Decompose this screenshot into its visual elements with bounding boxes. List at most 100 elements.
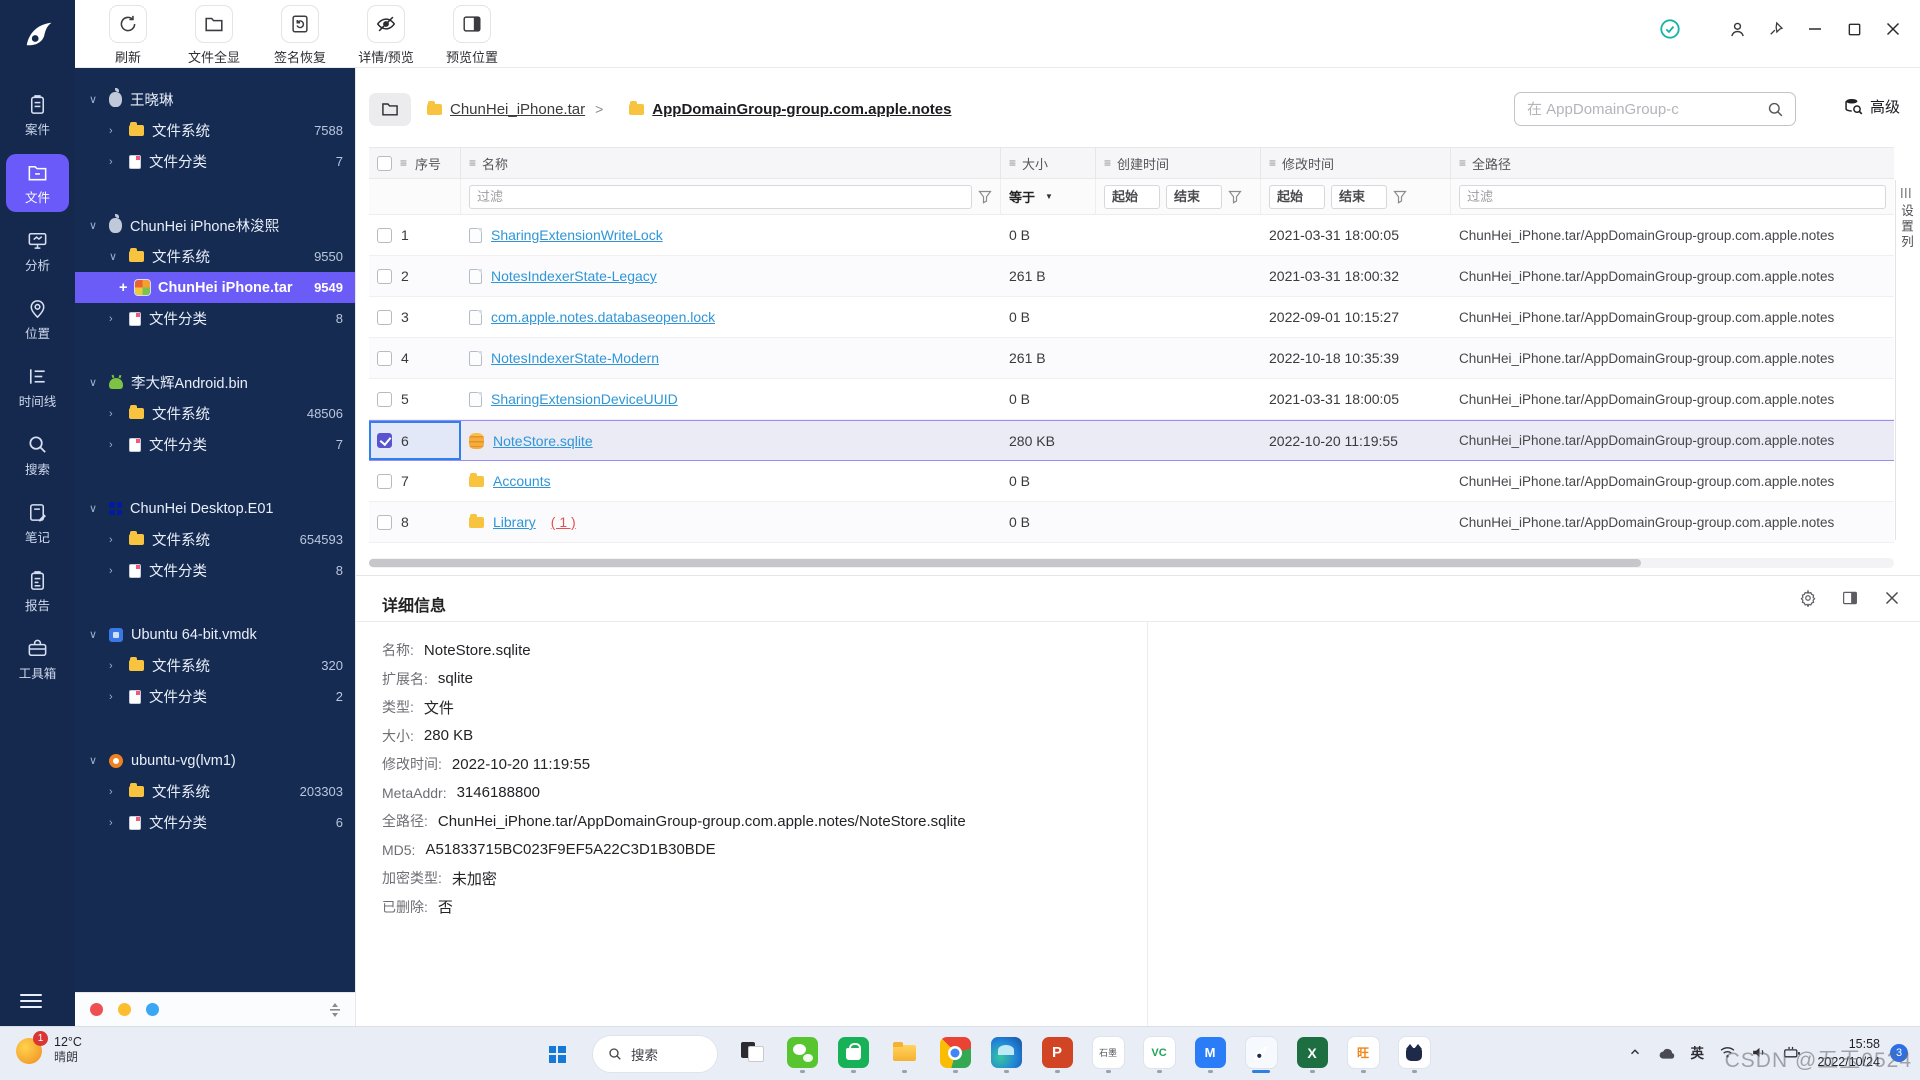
caret-right-icon[interactable]: › [109,660,129,672]
taskbar-search[interactable]: 搜索 [592,1035,718,1073]
onedrive-cloud-icon[interactable] [1657,1045,1676,1060]
tree-item-selected-archive[interactable]: + ChunHei iPhone.tar 9549 [75,272,355,303]
table-row[interactable]: 2 NotesIndexerState-Legacy 261 B 2021-03… [369,256,1894,297]
nav-item-notes[interactable]: 笔记 [6,494,69,552]
signature-recovery-button[interactable]: 签名恢复 [264,5,336,66]
path-filter-input[interactable] [1459,185,1886,209]
caret-right-icon[interactable]: › [109,313,129,325]
tree-device[interactable]: ∨ Ubuntu 64-bit.vmdk [75,619,355,650]
breadcrumb-link[interactable]: AppDomainGroup-group.com.apple.notes [652,101,951,118]
power-plug-icon[interactable] [1783,1045,1802,1060]
table-row[interactable]: 8 Library( 1 ) 0 B ChunHei_iPhone.tar/Ap… [369,502,1894,543]
safety-status-icon[interactable] [1659,18,1681,40]
tree-device[interactable]: ∨ ChunHei Desktop.E01 [75,493,355,524]
tree-item-filesystem[interactable]: ∨ 文件系统 9550 [75,241,355,272]
caret-right-icon[interactable]: › [109,565,129,577]
user-account-icon[interactable] [1726,18,1748,40]
tray-chevron-up-icon[interactable] [1628,1045,1642,1059]
column-menu-icon[interactable]: ≡ [1104,156,1111,170]
tree-device[interactable]: ∨ 王晓琳 [75,84,355,115]
column-menu-icon[interactable]: ≡ [469,156,476,170]
caret-right-icon[interactable]: › [109,408,129,420]
file-link[interactable]: NotesIndexerState-Legacy [491,268,657,284]
nav-item-timeline[interactable]: 时间线 [6,358,69,416]
tree-item-fileclass[interactable]: › 文件分类 7 [75,146,355,177]
column-header-path[interactable]: 全路径 [1472,154,1511,173]
breadcrumb-item[interactable]: AppDomainGroup-group.com.apple.notes [629,101,951,118]
caret-down-icon[interactable]: ∨ [109,250,129,263]
file-search-box[interactable] [1514,92,1796,126]
select-all-checkbox[interactable] [377,156,392,171]
search-input[interactable] [1527,101,1766,118]
ctime-start-input[interactable] [1104,185,1160,209]
table-row[interactable]: 4 NotesIndexerState-Modern 261 B 2022-10… [369,338,1894,379]
tree-item-fileclass[interactable]: › 文件分类 7 [75,429,355,460]
table-row[interactable]: 5 SharingExtensionDeviceUUID 0 B 2021-03… [369,379,1894,420]
row-checkbox[interactable] [377,351,392,366]
cat-app-icon[interactable] [1397,1035,1431,1073]
detail-panel-toggle-icon[interactable] [1840,588,1860,608]
yellow-status-dot[interactable] [118,1003,131,1016]
tree-item-filesystem[interactable]: › 文件系统 654593 [75,524,355,555]
row-checkbox[interactable] [377,310,392,325]
shimo-docs-icon[interactable]: 石墨 [1091,1035,1125,1073]
deleted-count-link[interactable]: ( 1 ) [551,514,576,530]
forensic-app-icon[interactable] [1244,1035,1278,1073]
tree-item-fileclass[interactable]: › 文件分类 6 [75,807,355,838]
table-row-selected[interactable]: 6 NoteStore.sqlite 280 KB 2022-10-20 11:… [369,420,1894,461]
funnel-icon[interactable] [1393,190,1407,204]
minimize-button[interactable] [1804,18,1826,40]
menu-hamburger-icon[interactable] [20,990,42,1012]
edge-icon[interactable] [989,1035,1023,1073]
table-row[interactable]: 7 Accounts 0 B ChunHei_iPhone.tar/AppDom… [369,461,1894,502]
nav-item-location[interactable]: 位置 [6,290,69,348]
column-header-size[interactable]: 大小 [1022,154,1048,173]
nav-item-toolbox[interactable]: 工具箱 [6,630,69,688]
powerpoint-icon[interactable]: P [1040,1035,1074,1073]
file-link[interactable]: SharingExtensionDeviceUUID [491,391,678,407]
taskbar-weather-widget[interactable]: 1 12°C 晴朗 [14,1034,82,1066]
folder-link[interactable]: Library [493,514,536,530]
size-operator-dropdown[interactable]: 等于 ▼ [1009,187,1053,206]
wangwang-icon[interactable]: 旺 [1346,1035,1380,1073]
row-checkbox[interactable] [377,515,392,530]
panel-resize-handle[interactable] [327,1002,343,1018]
refresh-button[interactable]: 刷新 [92,5,164,66]
show-all-files-button[interactable]: 文件全显 [178,5,250,66]
mtime-end-input[interactable] [1331,185,1387,209]
tree-item-filesystem[interactable]: › 文件系统 48506 [75,398,355,429]
ime-language-indicator[interactable]: 英 [1691,1042,1705,1062]
caret-down-icon[interactable]: ∨ [89,93,109,106]
search-icon[interactable] [1766,100,1785,119]
chrome-icon[interactable] [938,1035,972,1073]
funnel-icon[interactable] [978,190,992,204]
file-link[interactable]: SharingExtensionWriteLock [491,227,663,243]
red-status-dot[interactable] [90,1003,103,1016]
caret-right-icon[interactable]: › [109,156,129,168]
tree-item-filesystem[interactable]: › 文件系统 203303 [75,776,355,807]
caret-right-icon[interactable]: › [109,534,129,546]
column-header-index[interactable]: 序号 [415,154,441,173]
root-folder-button[interactable] [369,93,411,126]
tree-item-filesystem[interactable]: › 文件系统 320 [75,650,355,681]
caret-right-icon[interactable]: › [109,786,129,798]
row-checkbox[interactable] [377,474,392,489]
nav-item-analysis[interactable]: 分析 [6,222,69,280]
table-row[interactable]: 1 SharingExtensionWriteLock 0 B 2021-03-… [369,215,1894,256]
expand-plus-icon[interactable]: + [119,280,135,296]
breadcrumb-item[interactable]: ChunHei_iPhone.tar [427,101,585,118]
file-link[interactable]: NoteStore.sqlite [493,433,593,449]
file-link[interactable]: com.apple.notes.databaseopen.lock [491,309,715,325]
blue-status-dot[interactable] [146,1003,159,1016]
wifi-icon[interactable] [1719,1045,1736,1059]
column-header-ctime[interactable]: 创建时间 [1117,154,1169,173]
nav-item-report[interactable]: 报告 [6,562,69,620]
horizontal-scrollbar[interactable] [369,558,1894,568]
caret-down-icon[interactable]: ∨ [89,502,109,515]
notification-badge[interactable]: 3 [1890,1044,1908,1062]
scrollbar-thumb[interactable] [369,559,1641,567]
maximize-button[interactable] [1843,18,1865,40]
detail-settings-gear-icon[interactable] [1798,588,1818,608]
volume-icon[interactable] [1751,1045,1768,1060]
caret-right-icon[interactable]: › [109,125,129,137]
